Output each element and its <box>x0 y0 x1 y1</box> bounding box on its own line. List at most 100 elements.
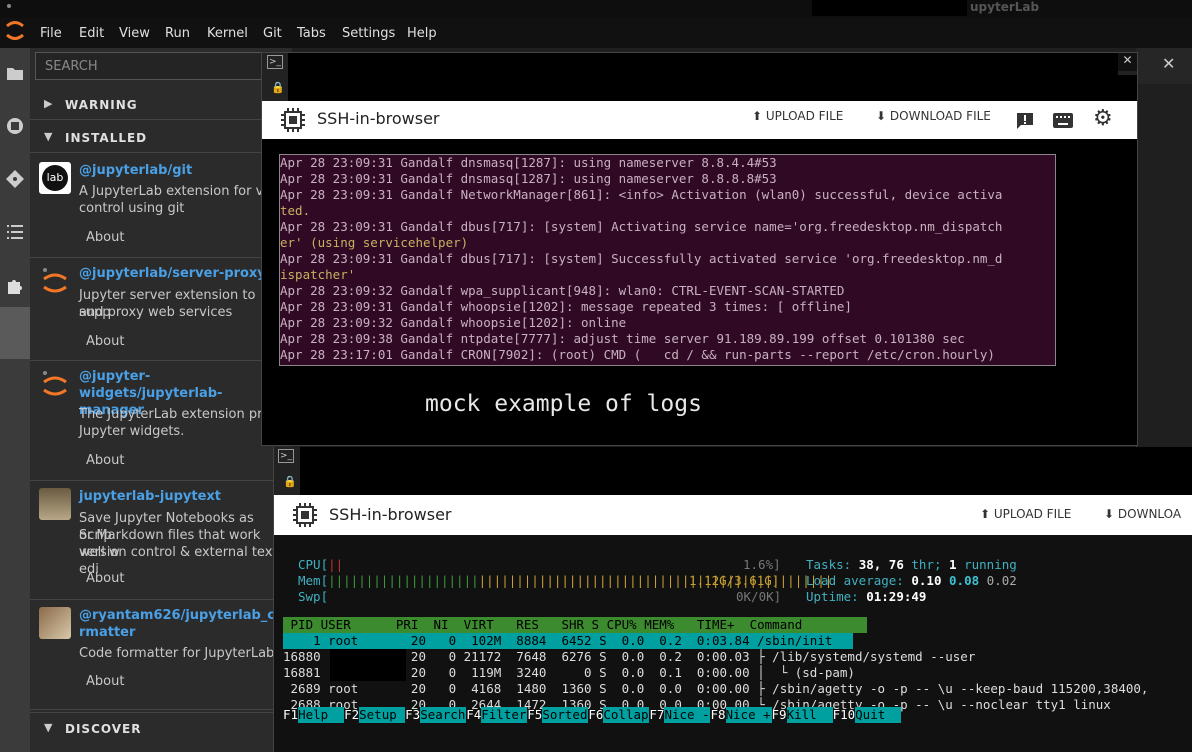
menu-run[interactable]: Run <box>165 26 190 41</box>
ssh-window-htop: >_ 🔒 SSH-in-browser ⬆ UPLOAD FILE ⬇ DOWN… <box>273 447 1192 752</box>
avatar <box>39 488 71 520</box>
menu-edit[interactable]: Edit <box>79 26 104 41</box>
extension-desc: The JupyterLab extension provi <box>79 407 282 422</box>
table-of-contents-icon[interactable] <box>4 221 26 243</box>
log-line: Apr 28 23:09:32 Gandalf whoopsie[1202]: … <box>280 315 627 330</box>
fkey-nice-button[interactable]: Nice + <box>725 707 772 723</box>
fkey-number: F7 <box>649 707 665 722</box>
window-close-icon[interactable]: ✕ <box>1118 53 1137 71</box>
menu-git[interactable]: Git <box>263 26 282 41</box>
terminal-area[interactable]: Apr 28 23:09:31 Gandalf dnsmasq[1287]: u… <box>262 139 1137 445</box>
table-row[interactable]: 2689 root 20 0 4168 1480 1360 S 0.0 0.0 … <box>283 681 1192 697</box>
address-bar: 🔒 ✕ <box>262 53 1137 101</box>
extension-name-line1: @jupyter-widgets/jupyterlab- <box>79 369 223 401</box>
about-link[interactable]: About <box>86 674 124 689</box>
log-line: ted. <box>280 203 311 218</box>
running-sessions-icon[interactable] <box>4 115 26 137</box>
terminal-area[interactable]: CPU[|| 1.6%] Mem[|||||||||||||||||||||||… <box>274 535 1192 752</box>
function-key-bar: F1Help F2Setup F3SearchF4FilterF5SortedF6C… <box>283 707 902 723</box>
avatar <box>39 607 71 639</box>
tasks-a: 38, <box>858 557 882 572</box>
keyboard-icon[interactable] <box>1053 113 1073 129</box>
redacted-block <box>812 0 967 16</box>
menu-view[interactable]: View <box>119 26 150 41</box>
search-placeholder: SEARCH <box>45 59 98 74</box>
feedback-icon[interactable] <box>1016 112 1034 130</box>
menu-kernel[interactable]: Kernel <box>207 26 248 41</box>
settings-gear-icon[interactable]: ⚙ <box>1093 106 1113 131</box>
lock-icon: 🔒 <box>271 81 285 94</box>
extension-name-line2: rmatter <box>79 625 136 640</box>
about-link[interactable]: About <box>86 230 124 245</box>
download-icon: ⬇ <box>876 109 887 123</box>
menu-file[interactable]: File <box>40 26 62 41</box>
fkey-quit-button[interactable]: Quit <box>855 707 902 723</box>
fkey-help-button[interactable]: Help <box>298 707 345 723</box>
window-controls: >_ 🔒 <box>274 447 300 495</box>
load-line: Load average: 0.10 0.08 0.02 <box>806 573 1017 589</box>
fkey-kill-button[interactable]: Kill <box>786 707 833 723</box>
upload-file-button[interactable]: ⬆ UPLOAD FILE <box>980 507 1071 521</box>
download-file-button[interactable]: ⬇ DOWNLOAD FILE <box>876 109 991 123</box>
extension-name[interactable]: @jupyterlab/server-proxy <box>79 265 289 282</box>
window-title: upyterLab <box>970 0 1040 14</box>
redacted-block <box>300 447 1192 495</box>
cpu-label: CPU[ <box>298 557 329 572</box>
table-row[interactable]: 16881 20 0 119M 3240 0 S 0.0 0.1 0:00.00… <box>283 665 1192 681</box>
chip-icon <box>281 108 305 132</box>
log-line: Apr 28 23:09:31 Gandalf NetworkManager[8… <box>280 187 1003 202</box>
menu-help[interactable]: Help <box>407 26 437 41</box>
section-discover[interactable]: ▼ DISCOVER <box>30 712 292 743</box>
about-link[interactable]: About <box>86 571 124 586</box>
fkey-sorted-button[interactable]: Sorted <box>542 707 589 723</box>
log-line: Apr 28 23:09:31 Gandalf dbus[717]: [syst… <box>280 219 1003 234</box>
log-line: Apr 28 23:17:01 Gandalf CRON[7902]: (roo… <box>280 347 995 362</box>
load-b: 0.08 <box>949 573 980 588</box>
log-line: Apr 28 23:09:31 Gandalf whoopsie[1202]: … <box>280 299 852 314</box>
extension-desc: control using git <box>79 201 185 216</box>
extension-name[interactable]: @jupyterlab/git <box>79 162 289 179</box>
active-indicator <box>0 307 30 359</box>
uptime-line: Uptime: 01:29:49 <box>806 589 926 605</box>
search-input[interactable]: SEARCH <box>35 52 289 80</box>
extension-puzzle-icon[interactable] <box>4 274 26 296</box>
fkey-filter-button[interactable]: Filter <box>481 707 528 723</box>
lock-icon: 🔒 <box>283 475 297 488</box>
chip-icon <box>293 503 317 527</box>
git-icon[interactable] <box>4 168 26 190</box>
fkey-search-button[interactable]: Search <box>420 707 467 723</box>
table-row[interactable]: 1 root 20 0 102M 8884 6452 S 0.0 0.2 0:0… <box>283 633 853 649</box>
fkey-number: F2 <box>344 707 360 722</box>
fkey-setup-button[interactable]: Setup <box>359 707 406 723</box>
lock-area: 🔒 <box>262 75 288 101</box>
extension-manager-panel: SEARCH ▶ WARNING ▼ INSTALLED lab @jupyte… <box>30 48 309 752</box>
extension-name[interactable]: jupyterlab-jupytext <box>79 488 289 505</box>
download-label: DOWNLOA <box>1117 507 1182 521</box>
list-item: lab @jupyterlab/git A JupyterLab extensi… <box>30 154 292 258</box>
upload-file-button[interactable]: ⬆ UPLOAD FILE <box>752 109 843 123</box>
section-warning[interactable]: ▶ WARNING <box>30 89 292 120</box>
menu-tabs[interactable]: Tabs <box>297 26 326 41</box>
download-file-button[interactable]: ⬇ DOWNLOA <box>1104 507 1181 521</box>
list-item: @jupyterlab/server-proxy Jupyter server … <box>30 257 292 361</box>
log-line: Apr 28 23:09:31 Gandalf dnsmasq[1287]: u… <box>280 155 777 170</box>
load-c: 0.02 <box>986 573 1017 588</box>
section-installed[interactable]: ▼ INSTALLED <box>30 122 292 153</box>
mem-bar: |||||||||||||||||||| <box>328 573 479 588</box>
fkey-collap-button[interactable]: Collap <box>603 707 650 723</box>
close-icon[interactable]: ✕ <box>1162 54 1175 73</box>
process-header: PID USER PRI NI VIRT RES SHR S CPU% MEM%… <box>283 617 867 633</box>
about-link[interactable]: About <box>86 453 124 468</box>
about-link[interactable]: About <box>86 334 124 349</box>
cpu-value: 1.6%] <box>743 557 781 573</box>
table-row[interactable]: 16880 20 0 21172 7648 6276 S 0.0 0.2 0:0… <box>283 649 1192 665</box>
log-line: Apr 28 23:09:32 Gandalf wpa_supplicant[9… <box>280 283 845 298</box>
extension-name[interactable]: @ryantam626/jupyterlab_code_ rmatter <box>79 607 309 641</box>
load-a: 0.10 <box>911 573 942 588</box>
fkey-nice-button[interactable]: Nice - <box>664 707 711 723</box>
avatar <box>43 371 67 396</box>
fkey-number: F9 <box>771 707 787 722</box>
menu-settings[interactable]: Settings <box>342 26 395 41</box>
swp-meter: Swp[ <box>298 589 328 605</box>
folder-icon[interactable] <box>4 62 26 84</box>
